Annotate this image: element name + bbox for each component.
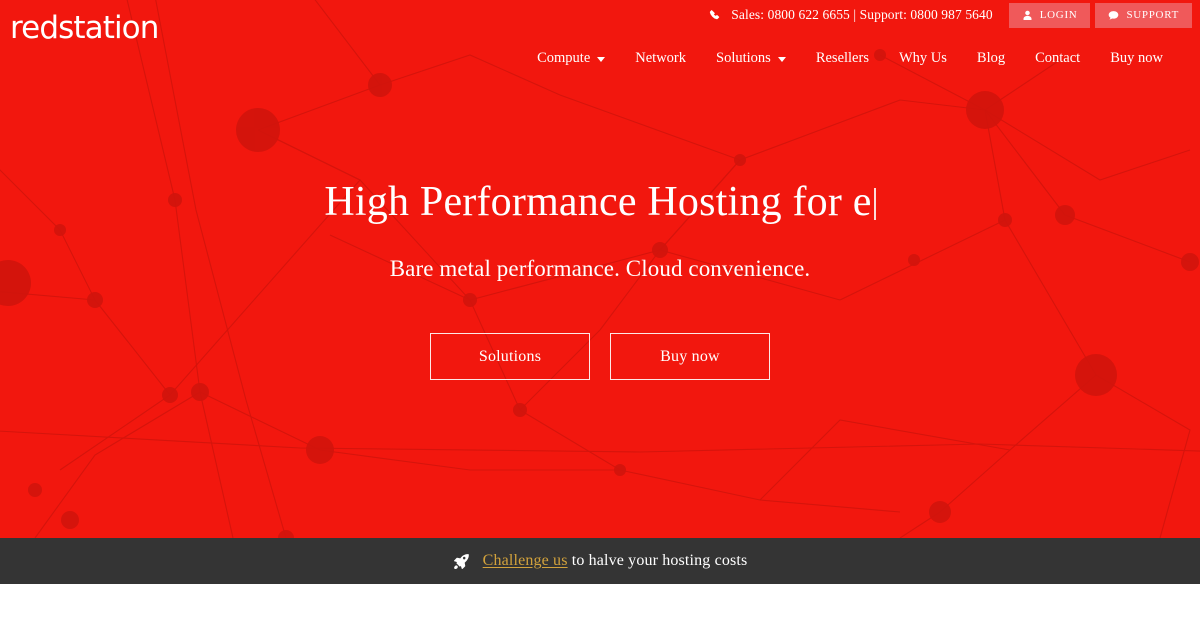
promo-banner-text: Challenge us to halve your hosting costs — [483, 552, 748, 570]
nav-label: Why Us — [898, 49, 947, 66]
hero-content: High Performance Hosting for e Bare meta… — [0, 0, 1200, 538]
page-title: High Performance Hosting for e — [320, 172, 880, 232]
chevron-down-icon — [777, 56, 786, 62]
solutions-button-label: Solutions — [478, 347, 542, 365]
nav-item-blog[interactable]: Blog — [962, 50, 1020, 67]
nav-item-network[interactable]: Network — [620, 50, 701, 67]
support-button-label: SUPPORT — [1126, 9, 1179, 21]
chat-bubble-icon — [1108, 10, 1119, 21]
login-button[interactable]: LOGIN — [1008, 2, 1091, 28]
user-icon — [1022, 10, 1033, 21]
nav-label: Contact — [1035, 49, 1081, 66]
hero-cta-group: Solutions Buy now — [430, 333, 770, 380]
nav-item-contact[interactable]: Contact — [1020, 50, 1095, 67]
buy-now-button-label: Buy now — [660, 347, 720, 365]
main-navigation: Compute Network Solutions Resellers Why … — [0, 44, 1200, 72]
nav-label: Buy now — [1110, 49, 1163, 66]
logo-text: redstation — [10, 10, 159, 46]
hero-subtitle: Bare metal performance. Cloud convenienc… — [389, 256, 811, 281]
chevron-down-icon — [597, 56, 606, 62]
typewriter-cursor — [873, 188, 876, 220]
headline-static-text: High Performance Hosting for — [324, 179, 843, 225]
nav-item-buy-now[interactable]: Buy now — [1095, 50, 1178, 67]
promo-banner: Challenge us to halve your hosting costs — [0, 538, 1200, 584]
nav-label: Solutions — [716, 49, 771, 66]
support-button[interactable]: SUPPORT — [1095, 2, 1192, 28]
phone-icon — [709, 9, 722, 22]
nav-item-resellers[interactable]: Resellers — [801, 50, 884, 67]
top-utility-bar: Sales: 0800 622 6655 | Support: 0800 987… — [0, 0, 1200, 30]
login-button-label: LOGIN — [1039, 9, 1078, 21]
nav-label: Blog — [976, 49, 1006, 66]
challenge-us-link[interactable]: Challenge us — [483, 552, 568, 569]
nav-label: Network — [635, 49, 687, 66]
site-logo[interactable]: redstation — [10, 11, 159, 45]
contact-phone-text: Sales: 0800 622 6655 | Support: 0800 987… — [731, 7, 993, 22]
rocket-icon — [453, 553, 470, 570]
nav-item-solutions[interactable]: Solutions — [701, 50, 801, 67]
nav-label: Compute — [537, 49, 591, 66]
nav-item-why-us[interactable]: Why Us — [884, 50, 962, 67]
buy-now-button[interactable]: Buy now — [610, 333, 770, 380]
promo-banner-suffix: to halve your hosting costs — [567, 552, 748, 569]
nav-item-compute[interactable]: Compute — [522, 50, 620, 67]
solutions-button[interactable]: Solutions — [430, 333, 590, 380]
page-body-below-fold — [0, 584, 1200, 634]
contact-info: Sales: 0800 622 6655 | Support: 0800 987… — [709, 7, 993, 23]
hero-section: Sales: 0800 622 6655 | Support: 0800 987… — [0, 0, 1200, 538]
headline-typed-text: e — [852, 179, 872, 225]
nav-label: Resellers — [815, 49, 869, 66]
